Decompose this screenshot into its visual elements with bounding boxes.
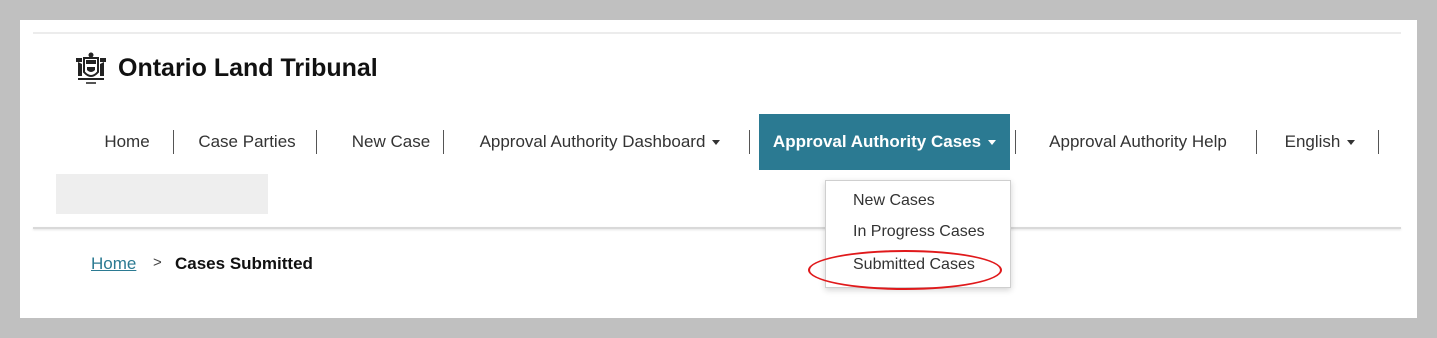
nav-separator (749, 130, 750, 154)
caret-down-icon (988, 140, 997, 146)
nav-home[interactable]: Home (90, 114, 164, 170)
dropdown-item-in-progress-cases[interactable]: In Progress Cases (853, 223, 985, 241)
nav-separator (173, 130, 174, 154)
dropdown-item-new-cases[interactable]: New Cases (853, 192, 935, 210)
breadcrumb-current: Cases Submitted (175, 254, 313, 273)
nav-new-case[interactable]: New Case (334, 114, 448, 170)
nav-label: Approval Authority Cases (772, 132, 982, 151)
nav-separator (443, 130, 444, 154)
caret-down-icon (1347, 140, 1356, 146)
nav-separator (1015, 130, 1016, 154)
blank-placeholder-box (56, 174, 268, 214)
nav-language-english[interactable]: English (1270, 114, 1370, 170)
nav-approval-authority-cases[interactable]: Approval Authority Cases (759, 114, 1010, 170)
ontario-coat-of-arms-icon (76, 52, 106, 84)
nav-approval-authority-dashboard[interactable]: Approval Authority Dashboard (460, 114, 740, 170)
breadcrumb-home-link[interactable]: Home (91, 254, 136, 274)
nav-label: Approval Authority Dashboard (479, 132, 706, 151)
nav-label: English (1284, 132, 1341, 151)
nav-case-parties[interactable]: Case Parties (188, 114, 306, 170)
nav-separator (316, 130, 317, 154)
submitted-cases-highlight-circle (808, 250, 1002, 290)
header-divider (33, 227, 1401, 229)
caret-down-icon (712, 140, 721, 146)
nav-approval-authority-help[interactable]: Approval Authority Help (1030, 114, 1246, 170)
top-border (33, 32, 1401, 34)
nav-separator (1256, 130, 1257, 154)
page-frame: Ontario Land Tribunal Home Case Parties … (20, 20, 1417, 318)
site-title[interactable]: Ontario Land Tribunal (118, 54, 378, 83)
breadcrumb-separator: > (153, 254, 162, 271)
nav-separator (1378, 130, 1379, 154)
main-nav: Home Case Parties New Case Approval Auth… (20, 114, 1417, 170)
